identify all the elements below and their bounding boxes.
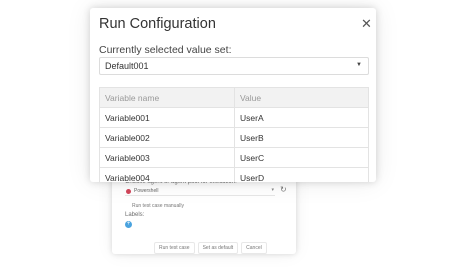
labels-label: Labels: (125, 212, 145, 218)
variable-value-cell[interactable]: UserD (234, 167, 369, 182)
column-header-variable-name: Variable name (99, 87, 235, 108)
variables-table: Variable name Value Variable001 UserA Va… (99, 87, 369, 182)
cancel-button[interactable]: Cancel (241, 242, 267, 254)
dialog-title: Run Configuration (99, 16, 216, 32)
value-set-select[interactable]: Default001 ▼ (99, 57, 369, 75)
variable-name-cell: Variable002 (99, 127, 235, 148)
chevron-down-icon: ▼ (356, 62, 362, 68)
run-test-case-button[interactable]: Run test case (154, 242, 195, 254)
run-manually-checkbox-label[interactable]: Run test case manually (132, 203, 184, 209)
plus-icon[interactable]: + (125, 221, 132, 228)
agent-select[interactable]: Powershell ▾ (125, 187, 275, 196)
refresh-icon[interactable]: ↻ (280, 186, 287, 194)
table-header-row: Variable name Value (99, 87, 369, 108)
chevron-down-icon: ▾ (271, 187, 274, 193)
variable-name-cell: Variable003 (99, 147, 235, 168)
run-configuration-dialog: Run Configuration ✕ Currently selected v… (90, 8, 376, 182)
variable-name-cell: Variable001 (99, 107, 235, 128)
agent-select-value: Powershell (134, 188, 159, 194)
table-row[interactable]: Variable004 UserD (99, 167, 369, 182)
variable-value-cell[interactable]: UserB (234, 127, 369, 148)
variable-name-cell: Variable004 (99, 167, 235, 182)
table-row[interactable]: Variable002 UserB (99, 127, 369, 148)
powershell-icon (126, 189, 131, 194)
background-dialog-footer: Run test case Set as default Cancel (154, 242, 267, 254)
variable-value-cell[interactable]: UserA (234, 107, 369, 128)
set-as-default-button[interactable]: Set as default (197, 242, 239, 254)
variable-value-cell[interactable]: UserC (234, 147, 369, 168)
table-row[interactable]: Variable003 UserC (99, 147, 369, 168)
close-icon[interactable]: ✕ (361, 17, 372, 30)
value-set-label: Currently selected value set: (99, 44, 232, 56)
column-header-value: Value (234, 87, 369, 108)
table-row[interactable]: Variable001 UserA (99, 107, 369, 128)
value-set-selected: Default001 (105, 61, 149, 71)
